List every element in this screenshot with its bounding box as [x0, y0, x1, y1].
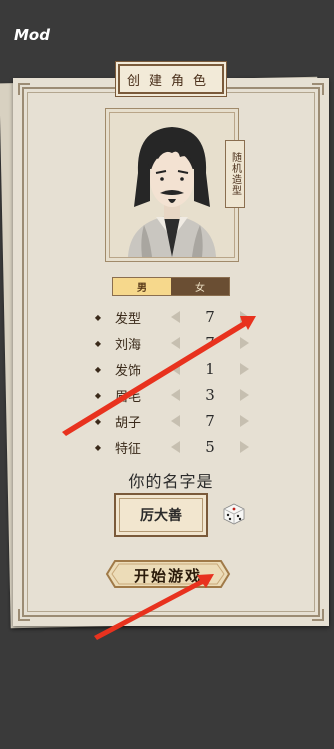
attribute-label: 发饰 [115, 363, 142, 379]
attribute-label: 眉毛 [115, 389, 142, 405]
attribute-value: 3 [205, 386, 215, 404]
frame-corner [312, 609, 324, 621]
attribute-label: 特征 [115, 441, 142, 457]
diamond-bullet-icon: ◆ [94, 364, 102, 374]
random-shape-button[interactable]: 随机造型 [225, 140, 245, 208]
attribute-row-eyebrows: ◆ 眉毛 3 [93, 384, 263, 406]
left-arrow-icon[interactable] [171, 337, 180, 349]
diamond-bullet-icon: ◆ [94, 442, 102, 452]
character-name-field[interactable]: 厉大善 [114, 493, 208, 537]
frame-corner [312, 83, 324, 95]
start-game-button[interactable]: 开始游戏 [105, 559, 231, 589]
attribute-label: 胡子 [115, 415, 142, 431]
character-portrait [105, 108, 239, 262]
start-game-label: 开始游戏 [133, 567, 202, 585]
frame-corner [18, 609, 30, 621]
left-arrow-icon[interactable] [171, 441, 180, 453]
right-arrow-icon[interactable] [240, 389, 249, 401]
attribute-value: 1 [205, 360, 215, 378]
name-prompt: 你的名字是 [128, 472, 214, 491]
attribute-row-feature: ◆ 特征 5 [93, 436, 263, 458]
frame-corner [18, 83, 30, 95]
mod-label: Mod [14, 26, 50, 44]
left-arrow-icon[interactable] [171, 389, 180, 401]
attribute-row-bangs: ◆ 刘海 7 [93, 332, 263, 354]
attribute-label: 发型 [115, 311, 142, 327]
left-arrow-icon[interactable] [171, 415, 180, 427]
left-arrow-icon[interactable] [171, 311, 180, 323]
diamond-bullet-icon: ◆ [94, 390, 102, 400]
attribute-value: 7 [205, 308, 215, 326]
attribute-row-beard: ◆ 胡子 7 [93, 410, 263, 432]
diamond-bullet-icon: ◆ [94, 338, 102, 348]
gender-selector: 男 女 [112, 277, 230, 296]
diamond-bullet-icon: ◆ [94, 312, 102, 322]
attribute-value: 5 [205, 438, 215, 456]
attribute-value: 7 [205, 334, 215, 352]
gender-male-tab[interactable]: 男 [113, 278, 171, 295]
character-creation-panel: 创建角色 随机造型 男 女 ◆ 发型 7 ◆ 刘海 7 ◆ 发饰 1 ◆ 眉毛 … [13, 64, 329, 626]
dice-icon[interactable] [223, 503, 245, 525]
attribute-value: 7 [205, 412, 215, 430]
page-title: 创建角色 [118, 64, 224, 94]
right-arrow-icon[interactable] [240, 415, 249, 427]
diamond-bullet-icon: ◆ [94, 416, 102, 426]
attribute-row-accessory: ◆ 发饰 1 [93, 358, 263, 380]
gender-female-tab[interactable]: 女 [171, 278, 229, 295]
right-arrow-icon[interactable] [240, 337, 249, 349]
right-arrow-icon[interactable] [240, 311, 249, 323]
attribute-label: 刘海 [115, 337, 142, 353]
character-avatar [128, 127, 216, 257]
right-arrow-icon[interactable] [240, 441, 249, 453]
right-arrow-icon[interactable] [240, 363, 249, 375]
attribute-row-hairstyle: ◆ 发型 7 [93, 306, 263, 328]
left-arrow-icon[interactable] [171, 363, 180, 375]
